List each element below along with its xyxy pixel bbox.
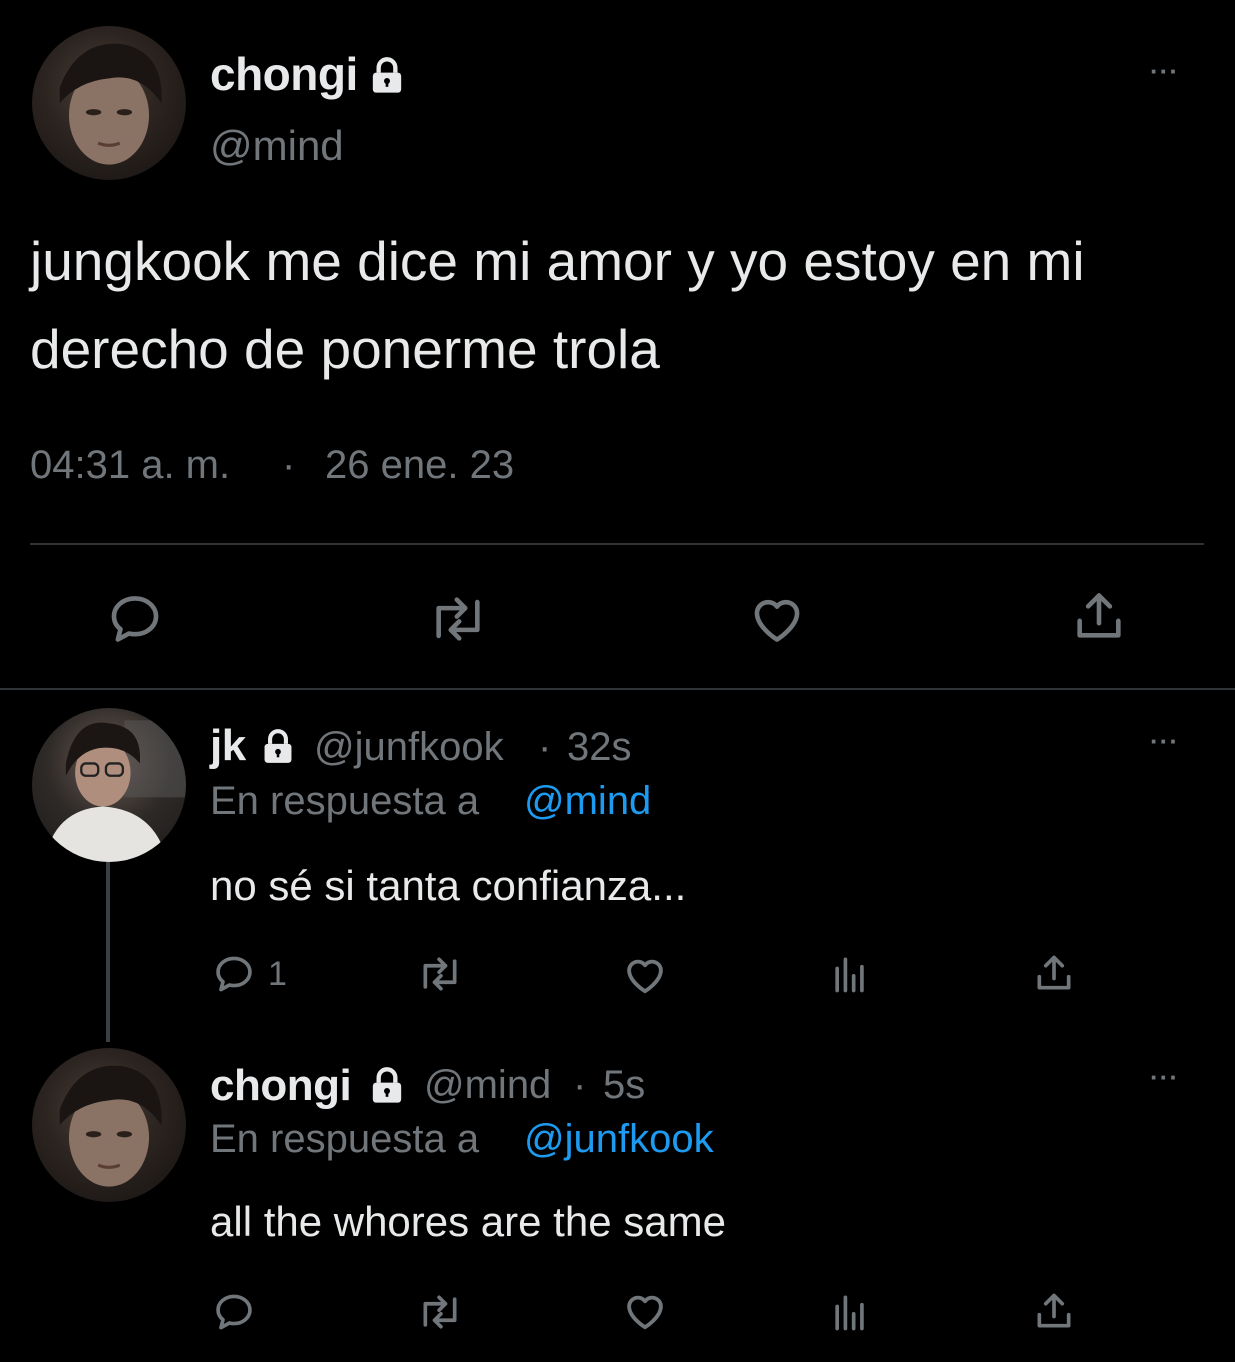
- reply1-text: no sé si tanta confianza...: [210, 862, 687, 909]
- reply-icon[interactable]: [106, 590, 164, 648]
- avatar-chongi[interactable]: [32, 1048, 186, 1202]
- section-divider: [0, 688, 1235, 690]
- timestamp-separator: ·: [282, 443, 296, 487]
- reply2-handle[interactable]: @mind: [424, 1058, 551, 1112]
- reply-icon[interactable]: [212, 952, 256, 996]
- reply1-separator: ·: [538, 725, 552, 769]
- handle[interactable]: @mind: [210, 118, 344, 174]
- like-icon[interactable]: [622, 1288, 668, 1334]
- reply1-handle[interactable]: @junfkook: [314, 720, 504, 774]
- reply2-age[interactable]: 5s: [603, 1058, 645, 1112]
- like-icon[interactable]: [748, 590, 806, 648]
- more-icon[interactable]: ···: [1150, 726, 1179, 757]
- reply1-display-name[interactable]: jk: [210, 718, 246, 774]
- replying-to-prefix: En respuesta a: [210, 779, 480, 823]
- share-icon[interactable]: [1032, 950, 1076, 996]
- tweet-time[interactable]: 04:31 a. m.: [30, 440, 230, 490]
- like-icon[interactable]: [622, 952, 668, 998]
- share-icon[interactable]: [1070, 586, 1128, 646]
- share-icon[interactable]: [1032, 1288, 1076, 1334]
- reply2-display-name[interactable]: chongi: [210, 1058, 352, 1114]
- replying-to-prefix: En respuesta a: [210, 1117, 480, 1161]
- reply-count: 1: [268, 955, 287, 993]
- retweet-icon[interactable]: [414, 952, 466, 996]
- tweet-text-line1: jungkook me dice mi amor y yo estoy en m…: [30, 230, 1085, 292]
- tweet-date[interactable]: 26 ene. 23: [325, 440, 514, 490]
- reply2-separator: ·: [573, 1063, 587, 1107]
- lock-icon: [258, 728, 298, 766]
- reply-icon[interactable]: [212, 1290, 256, 1334]
- thread-line: [106, 862, 110, 1042]
- more-icon[interactable]: ···: [1150, 1062, 1179, 1093]
- avatar-jk[interactable]: [32, 708, 186, 862]
- more-icon[interactable]: ···: [1150, 56, 1179, 87]
- replying-to-link[interactable]: @mind: [524, 774, 651, 828]
- reply1-age[interactable]: 32s: [567, 720, 632, 774]
- reply2-text: all the whores are the same: [210, 1198, 726, 1245]
- tweet-text-line2: derecho de ponerme trola: [30, 318, 660, 380]
- lock-icon: [366, 1066, 408, 1106]
- divider: [30, 543, 1204, 545]
- replying-to-link[interactable]: @junfkook: [524, 1112, 714, 1166]
- avatar-chongi[interactable]: [32, 26, 186, 180]
- analytics-icon[interactable]: [828, 952, 872, 996]
- retweet-icon[interactable]: [414, 1290, 466, 1334]
- retweet-icon[interactable]: [425, 590, 491, 648]
- display-name[interactable]: chongi: [210, 44, 358, 104]
- lock-icon: [366, 56, 408, 96]
- analytics-icon[interactable]: [828, 1290, 872, 1334]
